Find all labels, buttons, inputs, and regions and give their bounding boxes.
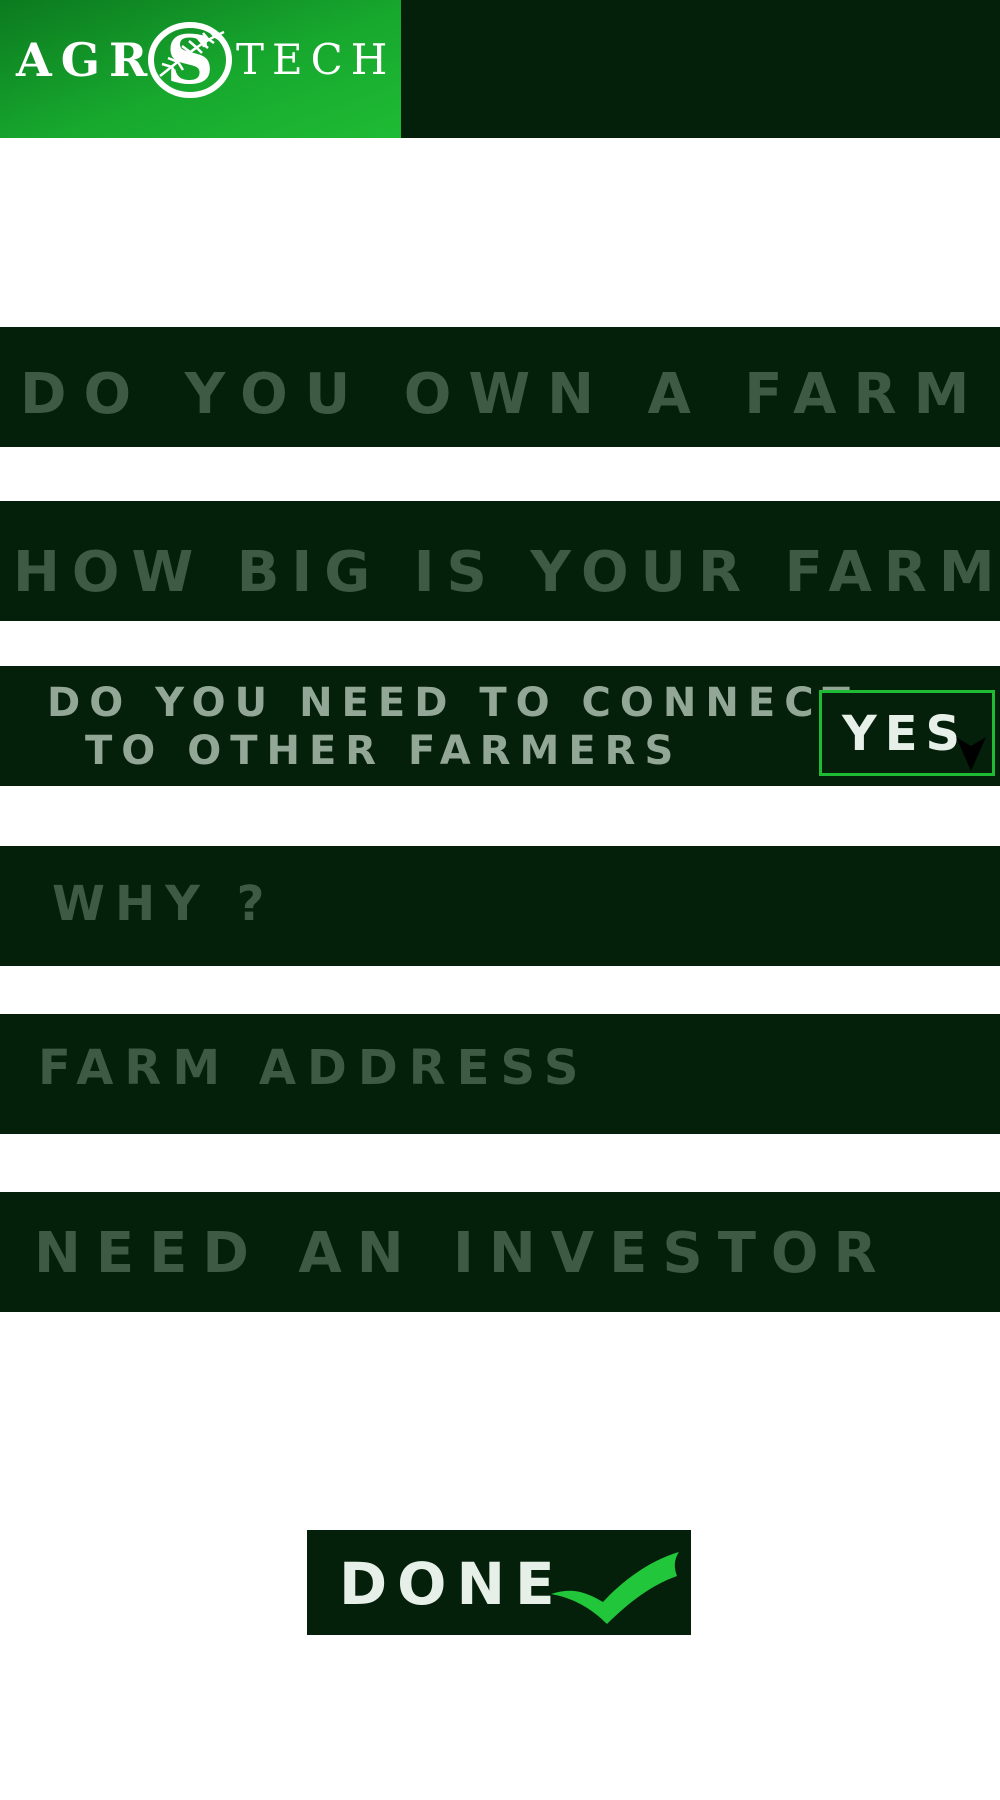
field-farm-size[interactable]: HOW BIG IS YOUR FARM [0,501,1000,621]
field-why[interactable]: WHY ? [0,846,1000,966]
check-icon [551,1552,679,1624]
field-label-own-farm: DO YOU OWN A FARM [20,362,987,427]
field-label-why: WHY ? [52,876,275,932]
field-label-farm-address: FARM ADDRESS [38,1040,590,1096]
field-label-connect-line2: TO OTHER FARMERS [85,728,683,774]
field-need-investor[interactable]: NEED AN INVESTOR [0,1192,1000,1312]
agrotech-logo[interactable]: AGR S TECH [0,0,401,138]
field-label-connect-line1: DO YOU NEED TO CONNECT [47,680,859,726]
logo-text-right: TECH [236,35,396,84]
done-button[interactable]: DONE [307,1530,691,1635]
field-own-farm[interactable]: DO YOU OWN A FARM [0,327,1000,447]
field-label-farm-size: HOW BIG IS YOUR FARM [13,540,1000,605]
top-bar: AGR S TECH [0,0,1000,138]
connect-select[interactable]: YES [819,690,995,776]
logo-text-left: AGR [16,33,157,87]
arrow-down-icon [956,737,986,771]
connect-select-value: YES [842,706,969,762]
done-button-label: DONE [339,1550,565,1618]
field-farm-address[interactable]: FARM ADDRESS [0,1014,1000,1134]
field-label-need-investor: NEED AN INVESTOR [34,1221,892,1286]
fern-leaf-icon: S [148,21,232,99]
